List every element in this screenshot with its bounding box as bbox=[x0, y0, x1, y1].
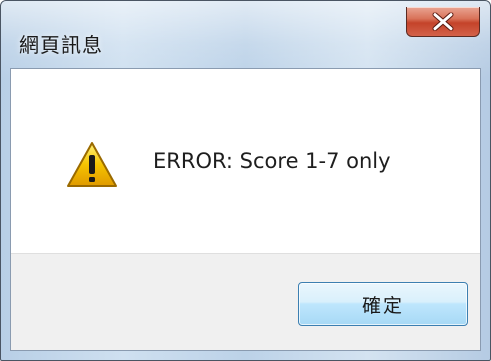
close-button[interactable] bbox=[406, 7, 480, 37]
window-title: 網頁訊息 bbox=[19, 33, 103, 57]
button-bar: 確定 bbox=[11, 253, 480, 350]
dialog-body: ERROR: Score 1-7 only 確定 bbox=[10, 68, 481, 351]
error-message: ERROR: Score 1-7 only bbox=[153, 149, 391, 173]
ok-button[interactable]: 確定 bbox=[298, 282, 468, 326]
close-icon bbox=[432, 12, 454, 31]
message-area: ERROR: Score 1-7 only bbox=[11, 69, 480, 253]
alert-dialog-window: 網頁訊息 ERROR: Score 1-7 only 確定 bbox=[0, 0, 491, 361]
warning-icon bbox=[67, 142, 117, 187]
title-bar[interactable]: 網頁訊息 bbox=[1, 1, 490, 67]
